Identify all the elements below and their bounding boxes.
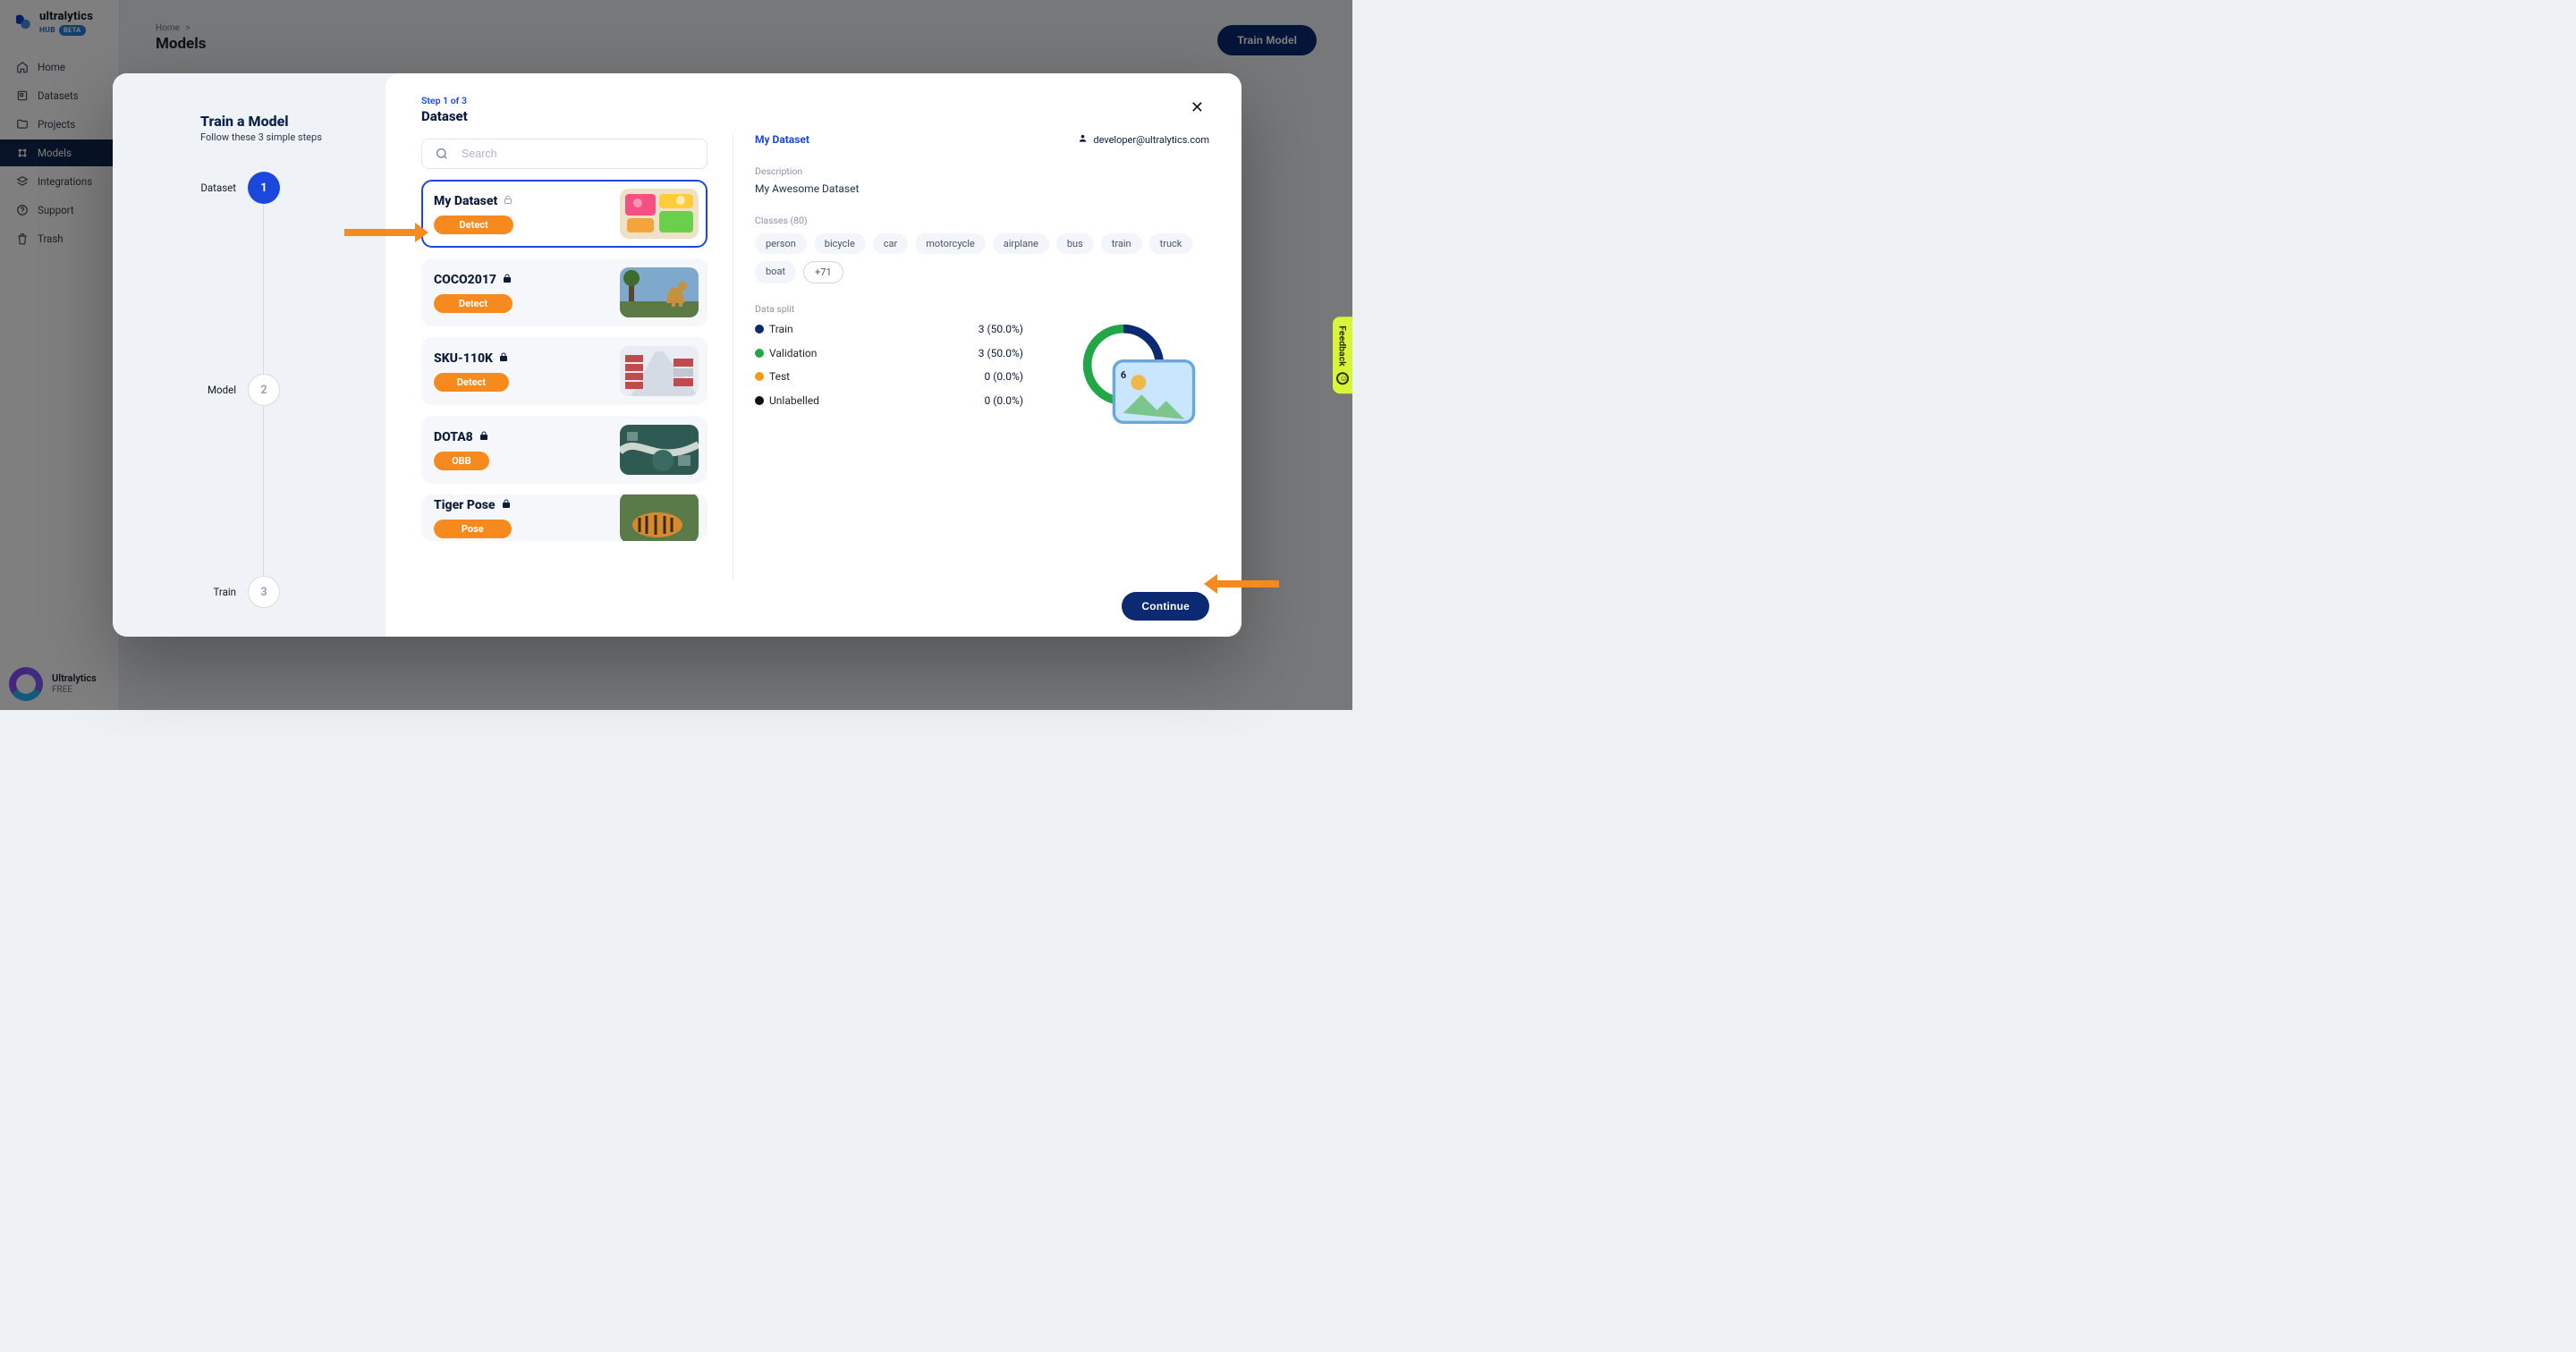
user-icon xyxy=(1078,133,1088,146)
dataset-name: DOTA8 xyxy=(434,430,473,444)
dataset-tag: OBB xyxy=(434,452,489,470)
dataset-name: SKU-110K xyxy=(434,351,493,366)
legend-dot-test xyxy=(755,372,764,381)
lock-icon xyxy=(502,273,513,287)
step-label: Model xyxy=(208,384,236,396)
step-caption: Step 1 of 3 xyxy=(421,95,468,106)
dataset-thumb xyxy=(620,425,699,475)
modal-step-title: Dataset xyxy=(421,108,468,124)
search-icon xyxy=(435,147,449,161)
step-label: Train xyxy=(213,586,236,598)
dataset-card-my-dataset[interactable]: My Dataset Detect xyxy=(421,180,708,248)
class-chip[interactable]: airplane xyxy=(993,233,1049,254)
dataset-name: Tiger Pose xyxy=(434,498,496,512)
dataset-tag: Pose xyxy=(434,520,512,538)
lock-open-icon xyxy=(503,194,513,208)
legend-dot-unlabelled xyxy=(755,396,764,405)
split-value: 0 (0.0%) xyxy=(943,370,1023,383)
step-number-active: 1 xyxy=(248,172,280,204)
split-label: Test xyxy=(769,370,943,383)
dataset-thumb xyxy=(620,346,699,396)
dataset-card-tigerpose[interactable]: Tiger Pose Pose xyxy=(421,494,708,541)
section-label-split: Data split xyxy=(755,303,1209,315)
continue-button[interactable]: Continue xyxy=(1122,592,1209,621)
stepper-step-train[interactable]: Train 3 xyxy=(200,576,360,608)
split-value: 3 (50.0%) xyxy=(943,323,1023,335)
feedback-icon: ☺ xyxy=(1336,372,1349,384)
split-label: Train xyxy=(769,323,943,335)
data-split-donut: 6 xyxy=(1080,322,1166,408)
legend-dot-train xyxy=(755,325,764,334)
class-chip[interactable]: bicycle xyxy=(814,233,866,254)
dataset-picker: My Dataset Detect COCO xyxy=(421,133,708,579)
lock-icon xyxy=(498,351,509,366)
search-box[interactable] xyxy=(421,139,708,169)
close-icon: ✕ xyxy=(1191,98,1204,116)
dataset-email: developer@ultralytics.com xyxy=(1078,133,1209,146)
dataset-thumb xyxy=(620,494,699,541)
close-button[interactable]: ✕ xyxy=(1185,95,1209,121)
legend-dot-validation xyxy=(755,349,764,358)
classes-chip-row: person bicycle car motorcycle airplane b… xyxy=(755,233,1209,283)
wizard-stepper-panel: Train a Model Follow these 3 simple step… xyxy=(113,73,386,637)
image-icon xyxy=(1111,349,1136,368)
class-chip[interactable]: bus xyxy=(1056,233,1094,254)
step-label: Dataset xyxy=(200,182,236,194)
dataset-card-sku110k[interactable]: SKU-110K Detect xyxy=(421,337,708,405)
modal-body: Step 1 of 3 Dataset ✕ xyxy=(386,73,1241,637)
wizard-title: Train a Model xyxy=(200,113,360,130)
dataset-tag: Detect xyxy=(434,215,513,234)
class-chip[interactable]: boat xyxy=(755,261,796,283)
split-value: 0 (0.0%) xyxy=(943,394,1023,407)
feedback-label: Feedback xyxy=(1337,325,1349,367)
split-label: Unlabelled xyxy=(769,394,943,407)
lock-icon xyxy=(479,430,489,444)
dataset-thumb xyxy=(620,267,699,317)
class-chip-more[interactable]: +71 xyxy=(803,261,843,283)
section-label-description: Description xyxy=(755,165,1209,177)
stepper-step-model[interactable]: Model 2 xyxy=(200,374,360,406)
class-chip[interactable]: person xyxy=(755,233,807,254)
stepper-step-dataset[interactable]: Dataset 1 xyxy=(200,172,360,204)
class-chip[interactable]: car xyxy=(873,233,908,254)
split-label: Validation xyxy=(769,347,943,359)
class-chip[interactable]: truck xyxy=(1149,233,1193,254)
dataset-detail-title[interactable]: My Dataset xyxy=(755,133,809,146)
dataset-tag: Detect xyxy=(434,294,513,313)
split-value: 3 (50.0%) xyxy=(943,347,1023,359)
step-number: 3 xyxy=(248,576,280,608)
data-split-table: Train 3 (50.0%) Validation 3 (50.0%) Tes… xyxy=(755,322,1023,408)
class-chip[interactable]: train xyxy=(1101,233,1142,254)
dataset-thumb xyxy=(620,189,699,239)
search-input[interactable] xyxy=(460,147,694,161)
class-chip[interactable]: motorcycle xyxy=(915,233,985,254)
dataset-name: COCO2017 xyxy=(434,273,496,287)
section-label-classes: Classes (80) xyxy=(755,215,1209,226)
dataset-description: My Awesome Dataset xyxy=(755,182,1209,195)
feedback-tab[interactable]: Feedback ☺ xyxy=(1333,317,1352,393)
dataset-tag: Detect xyxy=(434,373,509,392)
dataset-detail-panel: My Dataset developer@ultralytics.com Des… xyxy=(733,133,1209,579)
lock-icon xyxy=(501,498,512,512)
train-model-modal: Train a Model Follow these 3 simple step… xyxy=(113,73,1241,637)
dataset-card-dota8[interactable]: DOTA8 OBB xyxy=(421,416,708,484)
dataset-card-coco2017[interactable]: COCO2017 Detect xyxy=(421,258,708,326)
donut-count: 6 xyxy=(1121,369,1126,381)
dataset-name: My Dataset xyxy=(434,194,497,208)
wizard-subtitle: Follow these 3 simple steps xyxy=(200,131,360,143)
dataset-email-text: developer@ultralytics.com xyxy=(1093,134,1209,146)
step-number: 2 xyxy=(248,374,280,406)
